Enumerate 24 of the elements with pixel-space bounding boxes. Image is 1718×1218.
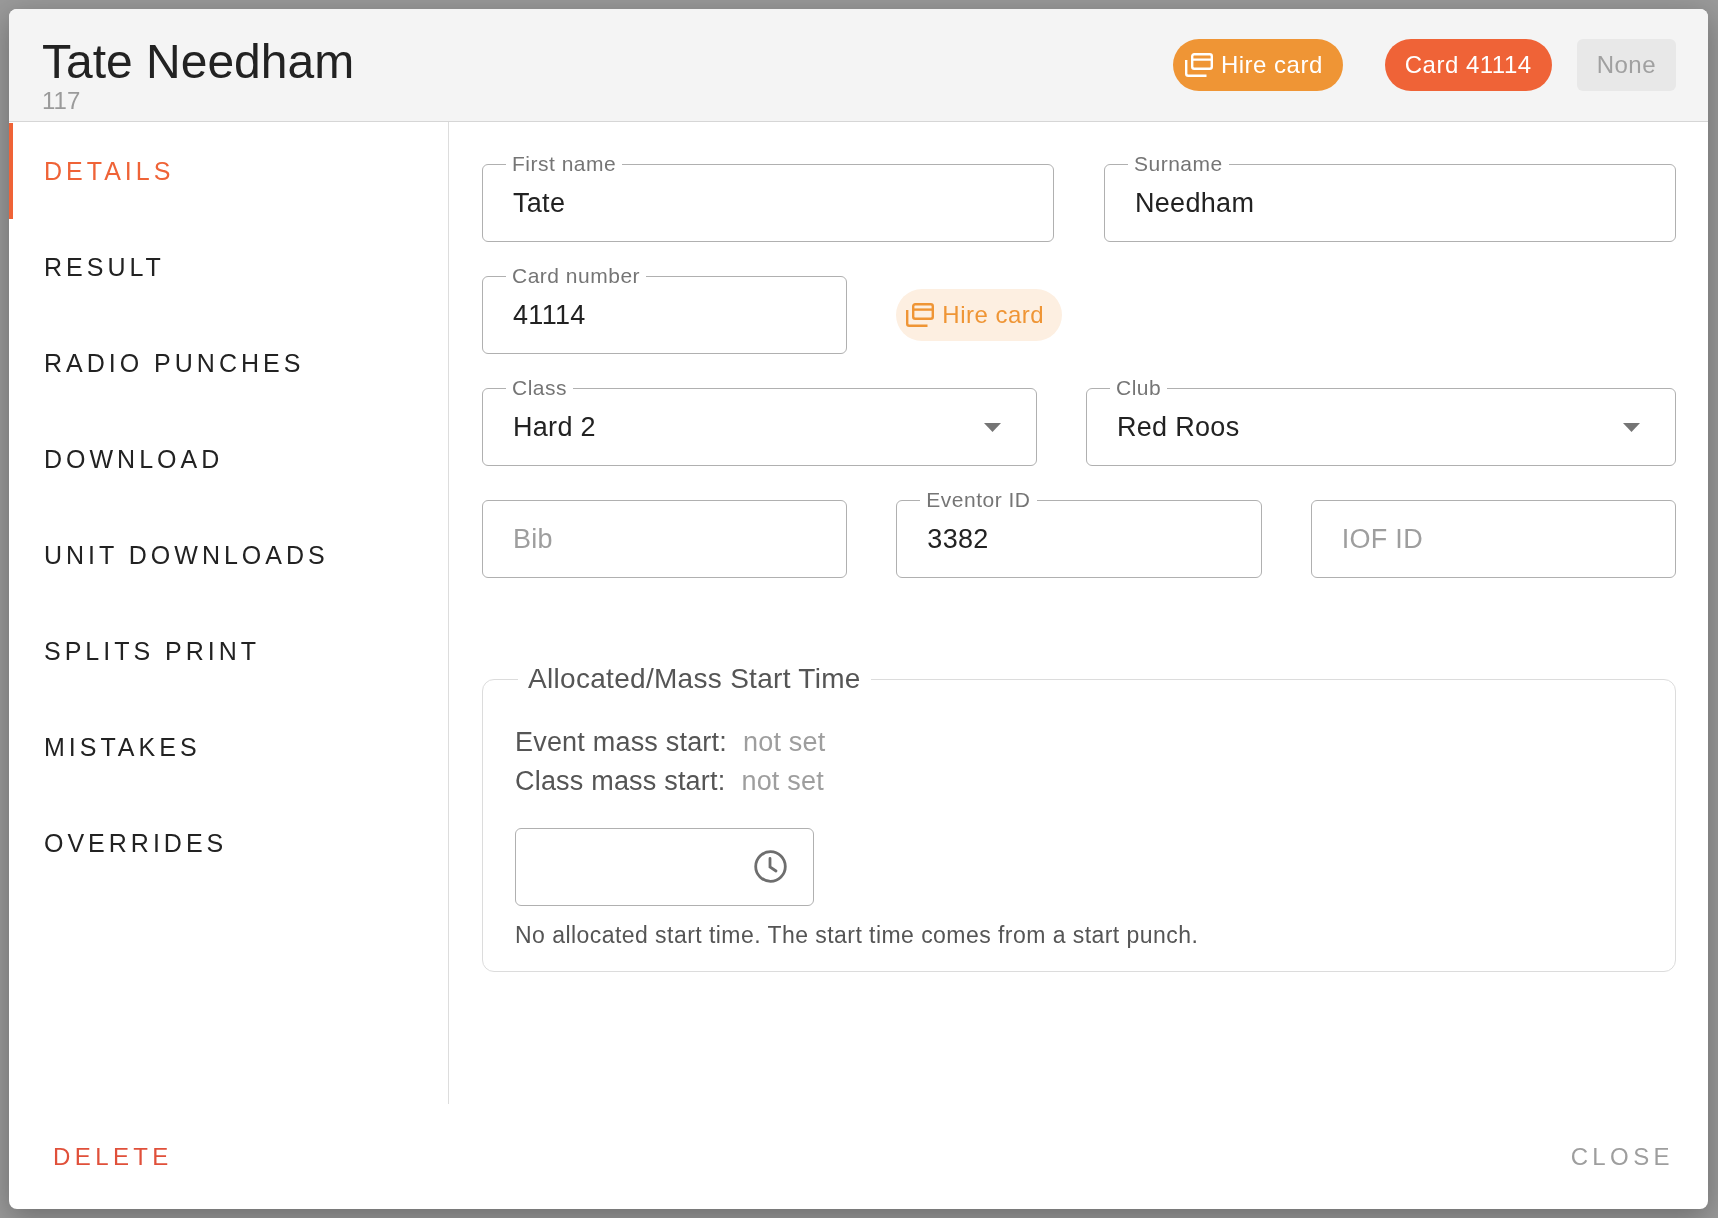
dialog-title: Tate Needham (42, 35, 355, 88)
caret-icon (1623, 422, 1640, 432)
cards-icon (1184, 53, 1213, 77)
sidebar-tab[interactable]: RESULT (9, 219, 448, 315)
mass-start-label: Event mass start: (515, 727, 727, 758)
clock-icon[interactable] (754, 850, 787, 883)
helper-text: No allocated start time. The start time comes from a start punch. (515, 921, 1199, 950)
bib-field[interactable]: Bib (482, 500, 848, 578)
time-field[interactable] (515, 828, 814, 906)
caret-icon (984, 422, 1001, 432)
mass-start-label: Class mass start: (515, 766, 726, 797)
iof-id-field[interactable]: IOF ID (1310, 500, 1676, 578)
sidebar-tab[interactable]: SPLITS PRINT (9, 603, 448, 699)
delete-button[interactable]: DELETE (43, 1134, 183, 1179)
group-legend: Allocated/Mass Start Time (518, 662, 871, 696)
sidebar-tab[interactable]: UNIT DOWNLOADS (9, 507, 448, 603)
mass-start-value: not set (742, 727, 826, 758)
dialog-subtitle: 117 (42, 89, 81, 113)
cards-icon (906, 303, 935, 327)
mass-start-value: not set (741, 766, 824, 797)
sidebar-tab[interactable]: DOWNLOAD (9, 411, 448, 507)
sidebar-tab[interactable]: RADIO PUNCHES (9, 315, 448, 411)
sidebar-tab[interactable]: OVERRIDES (9, 795, 448, 891)
sidebar-tab[interactable]: MISTAKES (9, 699, 448, 795)
